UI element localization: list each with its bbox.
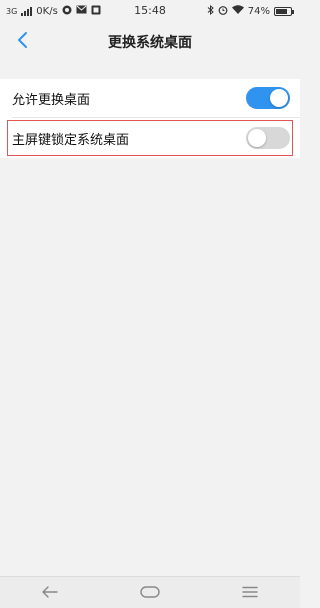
toggle-knob: [248, 129, 266, 147]
setting-home-key-lock-launcher[interactable]: 主屏键锁定系统桌面: [6, 119, 294, 157]
divider: [12, 117, 300, 118]
screen: 3G 0K/s 15:48 74% 更换系统桌面 允许更换桌面 主屏键锁定系统桌…: [0, 0, 300, 608]
setting-label: 允许更换桌面: [12, 92, 91, 108]
allow-change-launcher-toggle[interactable]: [246, 87, 290, 109]
battery-icon: [274, 6, 294, 16]
nav-back-button[interactable]: [30, 579, 70, 607]
home-icon: [140, 583, 160, 602]
status-time: 15:48: [134, 4, 166, 17]
navigation-bar: [0, 576, 300, 608]
status-bar: 3G 0K/s 15:48 74%: [0, 0, 300, 22]
back-button[interactable]: [8, 28, 36, 56]
nav-home-button[interactable]: [130, 579, 170, 607]
back-arrow-icon: [42, 583, 58, 602]
setting-label: 主屏键锁定系统桌面: [12, 132, 130, 148]
page-title: 更换系统桌面: [108, 35, 192, 51]
toggle-knob: [270, 89, 288, 107]
nav-menu-button[interactable]: [230, 579, 270, 607]
home-key-lock-launcher-toggle[interactable]: [246, 127, 290, 149]
settings-list: 允许更换桌面 主屏键锁定系统桌面: [0, 79, 300, 158]
setting-allow-change-launcher[interactable]: 允许更换桌面: [0, 79, 300, 117]
menu-icon: [242, 583, 258, 602]
header: 更换系统桌面: [0, 22, 300, 62]
chevron-left-icon: [16, 31, 28, 53]
